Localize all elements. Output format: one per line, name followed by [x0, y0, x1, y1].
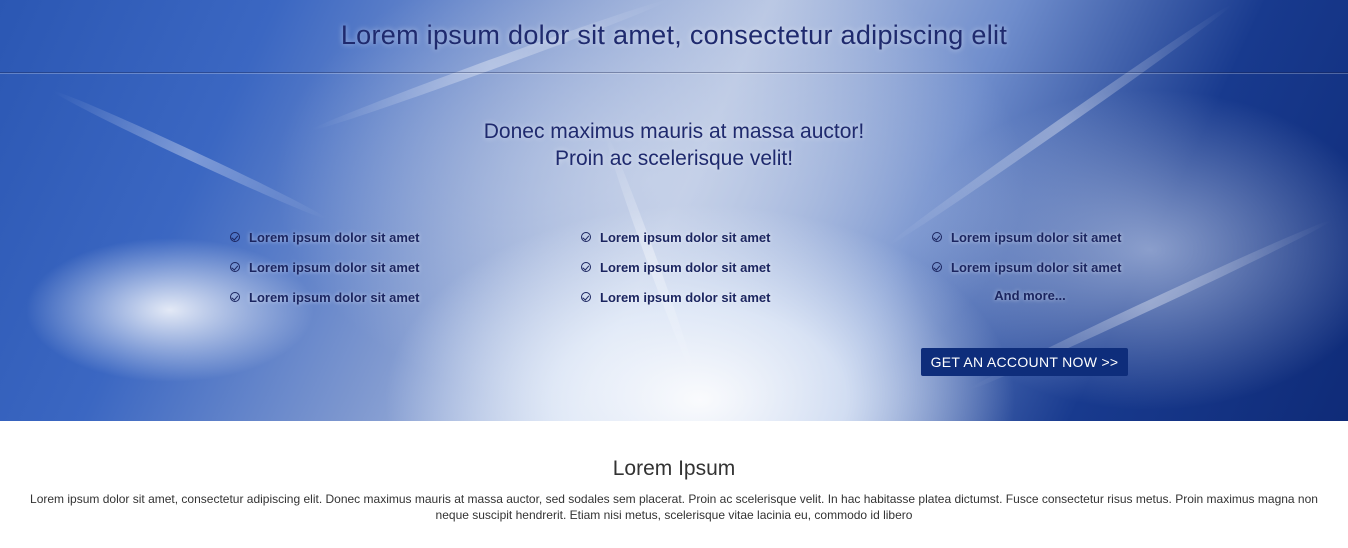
- feature-label: Lorem ipsum dolor sit amet: [951, 259, 1122, 275]
- feature-label: Lorem ipsum dolor sit amet: [600, 259, 771, 275]
- feature-item: Lorem ipsum dolor sit amet: [581, 222, 770, 252]
- feature-item: Lorem ipsum dolor sit amet: [581, 282, 770, 312]
- hero-tagline: Donec maximus mauris at massa auctor! Pr…: [0, 118, 1348, 172]
- feature-item: Lorem ipsum dolor sit amet: [932, 252, 1128, 282]
- check-circle-icon: [932, 262, 942, 272]
- feature-item: Lorem ipsum dolor sit amet: [230, 282, 419, 312]
- hero-section: Lorem ipsum dolor sit amet, consectetur …: [0, 0, 1348, 421]
- and-more-link[interactable]: And more...: [932, 282, 1128, 308]
- feature-label: Lorem ipsum dolor sit amet: [249, 229, 420, 245]
- feature-item: Lorem ipsum dolor sit amet: [581, 252, 770, 282]
- content-title: Lorem Ipsum: [612, 457, 736, 480]
- check-circle-icon: [581, 262, 591, 272]
- feature-column-1: Lorem ipsum dolor sit amet Lorem ipsum d…: [230, 222, 419, 312]
- feature-column-3: Lorem ipsum dolor sit amet Lorem ipsum d…: [932, 222, 1128, 308]
- check-circle-icon: [230, 232, 240, 242]
- tagline-line-1: Donec maximus mauris at massa auctor!: [483, 120, 865, 143]
- feature-label: Lorem ipsum dolor sit amet: [951, 229, 1122, 245]
- site-title: Lorem ipsum dolor sit amet, consectetur …: [340, 20, 1008, 50]
- feature-label: Lorem ipsum dolor sit amet: [249, 289, 420, 305]
- check-circle-icon: [932, 232, 942, 242]
- content-section: Lorem Ipsum Lorem ipsum dolor sit amet, …: [0, 421, 1348, 523]
- tagline-line-2: Proin ac scelerisque velit!: [554, 147, 794, 170]
- check-circle-icon: [230, 262, 240, 272]
- top-bar: Lorem ipsum dolor sit amet, consectetur …: [0, 0, 1348, 73]
- feature-column-2: Lorem ipsum dolor sit amet Lorem ipsum d…: [581, 222, 770, 312]
- feature-item: Lorem ipsum dolor sit amet: [230, 252, 419, 282]
- feature-item: Lorem ipsum dolor sit amet: [932, 222, 1128, 252]
- check-circle-icon: [581, 232, 591, 242]
- check-circle-icon: [230, 292, 240, 302]
- get-account-button[interactable]: GET AN ACCOUNT NOW >>: [921, 348, 1128, 376]
- content-text: Lorem ipsum dolor sit amet, consectetur …: [30, 492, 1318, 522]
- check-circle-icon: [581, 292, 591, 302]
- feature-label: Lorem ipsum dolor sit amet: [249, 259, 420, 275]
- feature-item: Lorem ipsum dolor sit amet: [230, 222, 419, 252]
- feature-label: Lorem ipsum dolor sit amet: [600, 229, 771, 245]
- feature-label: Lorem ipsum dolor sit amet: [600, 289, 771, 305]
